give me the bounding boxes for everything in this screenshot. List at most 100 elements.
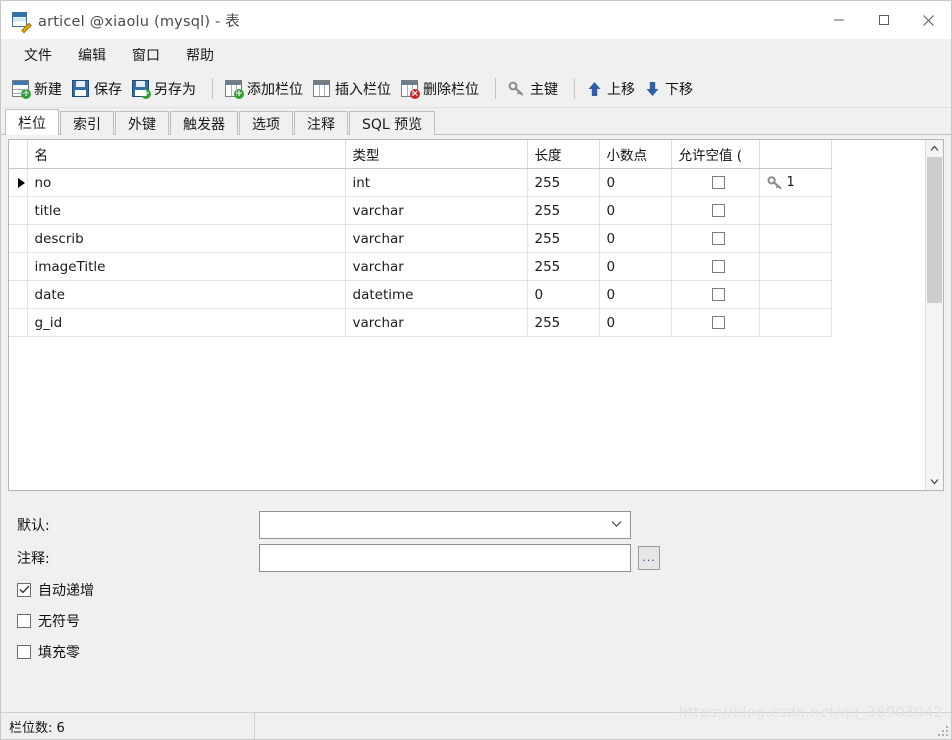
zerofill-row[interactable]: 填充零 [1, 636, 951, 667]
cell-field-length[interactable]: 255 [527, 224, 600, 253]
menu-item-edit[interactable]: 编辑 [65, 41, 119, 69]
cell-field-decimals[interactable]: 0 [599, 224, 672, 253]
maximize-button[interactable] [861, 1, 906, 39]
save-as-button[interactable]: + 另存为 [129, 76, 203, 102]
cell-field-key[interactable] [759, 224, 832, 253]
not-null-checkbox[interactable] [712, 316, 725, 329]
cell-field-type[interactable]: varchar [345, 308, 528, 337]
fields-grid-viewport[interactable]: 名 类型 长度 小数点 允许空值 ( no int 255 0 1 title … [9, 140, 925, 490]
cell-field-decimals[interactable]: 0 [599, 308, 672, 337]
scrollbar-thumb[interactable] [927, 157, 942, 303]
scrollbar-track[interactable] [926, 157, 943, 473]
cell-field-decimals[interactable]: 0 [599, 252, 672, 281]
row-selector[interactable] [9, 308, 28, 337]
insert-field-button[interactable]: 插入栏位 [310, 76, 398, 102]
cell-field-not-null[interactable] [671, 280, 760, 309]
tab-options[interactable]: 选项 [239, 111, 293, 135]
cell-field-not-null[interactable] [671, 168, 760, 197]
cell-field-name[interactable]: describ [27, 224, 346, 253]
delete-field-button[interactable]: × 删除栏位 [398, 76, 486, 102]
table-row[interactable]: no int 255 0 1 [9, 168, 832, 197]
row-selector[interactable] [9, 252, 28, 281]
add-field-button[interactable]: + 添加栏位 [222, 76, 310, 102]
column-header-not-null[interactable]: 允许空值 ( [671, 140, 760, 169]
cell-field-name[interactable]: g_id [27, 308, 346, 337]
cell-field-length[interactable]: 255 [527, 308, 600, 337]
primary-key-button[interactable]: 主键 [505, 76, 565, 102]
cell-field-type[interactable]: int [345, 168, 528, 197]
move-down-button[interactable]: 下移 [642, 76, 700, 102]
cell-field-key[interactable] [759, 280, 832, 309]
cell-field-length[interactable]: 255 [527, 252, 600, 281]
cell-field-name[interactable]: imageTitle [27, 252, 346, 281]
tab-fields[interactable]: 栏位 [5, 109, 59, 135]
cell-field-length[interactable]: 255 [527, 196, 600, 225]
move-up-button[interactable]: 上移 [584, 76, 642, 102]
tab-triggers[interactable]: 触发器 [170, 111, 238, 135]
save-button[interactable]: 保存 [69, 76, 129, 102]
cell-field-key[interactable] [759, 196, 832, 225]
cell-field-key[interactable]: 1 [759, 168, 832, 197]
cell-field-not-null[interactable] [671, 308, 760, 337]
menu-item-window[interactable]: 窗口 [119, 41, 173, 69]
cell-field-length[interactable]: 255 [527, 168, 600, 197]
unsigned-row[interactable]: 无符号 [1, 605, 951, 636]
table-row[interactable]: imageTitle varchar 255 0 [9, 252, 832, 281]
cell-field-decimals[interactable]: 0 [599, 280, 672, 309]
table-row[interactable]: describ varchar 255 0 [9, 224, 832, 253]
scroll-down-button[interactable] [926, 473, 943, 490]
cell-field-not-null[interactable] [671, 224, 760, 253]
close-button[interactable] [906, 1, 951, 39]
unsigned-checkbox[interactable] [17, 613, 31, 628]
cell-field-type[interactable]: varchar [345, 252, 528, 281]
tab-comment[interactable]: 注释 [294, 111, 348, 135]
cell-field-name[interactable]: no [27, 168, 346, 197]
tab-foreign-keys[interactable]: 外键 [115, 111, 169, 135]
row-selector[interactable] [9, 168, 28, 197]
auto-increment-checkbox[interactable] [17, 582, 31, 597]
not-null-checkbox[interactable] [712, 260, 725, 273]
cell-field-key[interactable] [759, 252, 832, 281]
toolbar-separator-3 [574, 78, 575, 99]
default-value-combobox[interactable] [259, 510, 631, 539]
not-null-checkbox[interactable] [712, 288, 725, 301]
tab-indexes[interactable]: 索引 [60, 111, 114, 135]
menu-item-help[interactable]: 帮助 [173, 41, 227, 69]
table-row[interactable]: title varchar 255 0 [9, 196, 832, 225]
minimize-button[interactable] [816, 1, 861, 39]
menu-item-file[interactable]: 文件 [11, 41, 65, 69]
comment-browse-button[interactable]: ... [638, 545, 660, 570]
auto-increment-row[interactable]: 自动递增 [1, 574, 951, 605]
cell-field-type[interactable]: varchar [345, 196, 528, 225]
cell-field-not-null[interactable] [671, 196, 760, 225]
not-null-checkbox[interactable] [712, 176, 725, 189]
resize-grip[interactable] [936, 724, 948, 736]
grid-vertical-scrollbar[interactable] [925, 140, 943, 490]
column-header-decimals[interactable]: 小数点 [599, 140, 672, 169]
cell-field-decimals[interactable]: 0 [599, 196, 672, 225]
cell-field-name[interactable]: date [27, 280, 346, 309]
not-null-checkbox[interactable] [712, 204, 725, 217]
table-row[interactable]: date datetime 0 0 [9, 280, 832, 309]
cell-field-decimals[interactable]: 0 [599, 168, 672, 197]
new-button[interactable]: + 新建 [9, 76, 69, 102]
cell-field-not-null[interactable] [671, 252, 760, 281]
table-row[interactable]: g_id varchar 255 0 [9, 308, 832, 337]
not-null-checkbox[interactable] [712, 232, 725, 245]
zerofill-checkbox[interactable] [17, 644, 31, 659]
row-selector[interactable] [9, 280, 28, 309]
comment-input[interactable] [259, 543, 631, 572]
tab-sql-preview[interactable]: SQL 预览 [349, 111, 436, 135]
row-selector[interactable] [9, 224, 28, 253]
cell-field-name[interactable]: title [27, 196, 346, 225]
scroll-up-button[interactable] [926, 140, 943, 157]
cell-field-length[interactable]: 0 [527, 280, 600, 309]
column-header-name[interactable]: 名 [27, 140, 346, 169]
column-header-key[interactable] [759, 140, 832, 169]
cell-field-type[interactable]: datetime [345, 280, 528, 309]
column-header-length[interactable]: 长度 [527, 140, 600, 169]
row-selector[interactable] [9, 196, 28, 225]
cell-field-key[interactable] [759, 308, 832, 337]
cell-field-type[interactable]: varchar [345, 224, 528, 253]
column-header-type[interactable]: 类型 [345, 140, 528, 169]
